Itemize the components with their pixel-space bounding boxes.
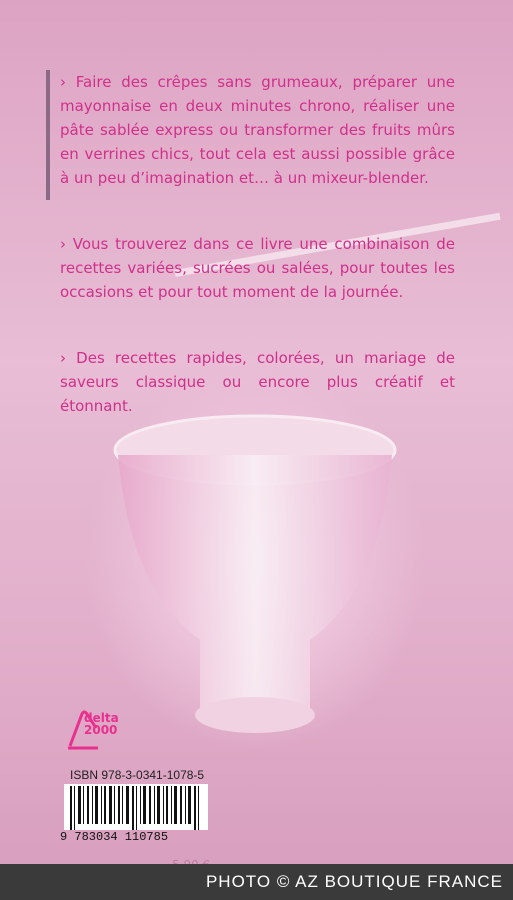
barcode-number: 9 783034 110785: [60, 830, 169, 844]
photo-credit-bar: PHOTO © AZ BOUTIQUE FRANCE: [0, 864, 513, 900]
description-paragraph-3: › Des recettes rapides, colorées, un mar…: [60, 349, 455, 415]
smoothie-glass-illustration: [113, 414, 397, 733]
description-paragraph-2: › Vous trouverez dans ce livre une combi…: [60, 235, 455, 301]
logo-line-2: 2000: [84, 723, 118, 737]
isbn-label: ISBN 978-3-0341-1078-5: [70, 768, 205, 782]
barcode-image: [64, 784, 208, 830]
spine-accent: [46, 70, 50, 200]
publisher-logo: delta 2000: [84, 712, 119, 736]
description-paragraph-1: › Faire des crêpes sans grumeaux, prépar…: [60, 73, 455, 187]
